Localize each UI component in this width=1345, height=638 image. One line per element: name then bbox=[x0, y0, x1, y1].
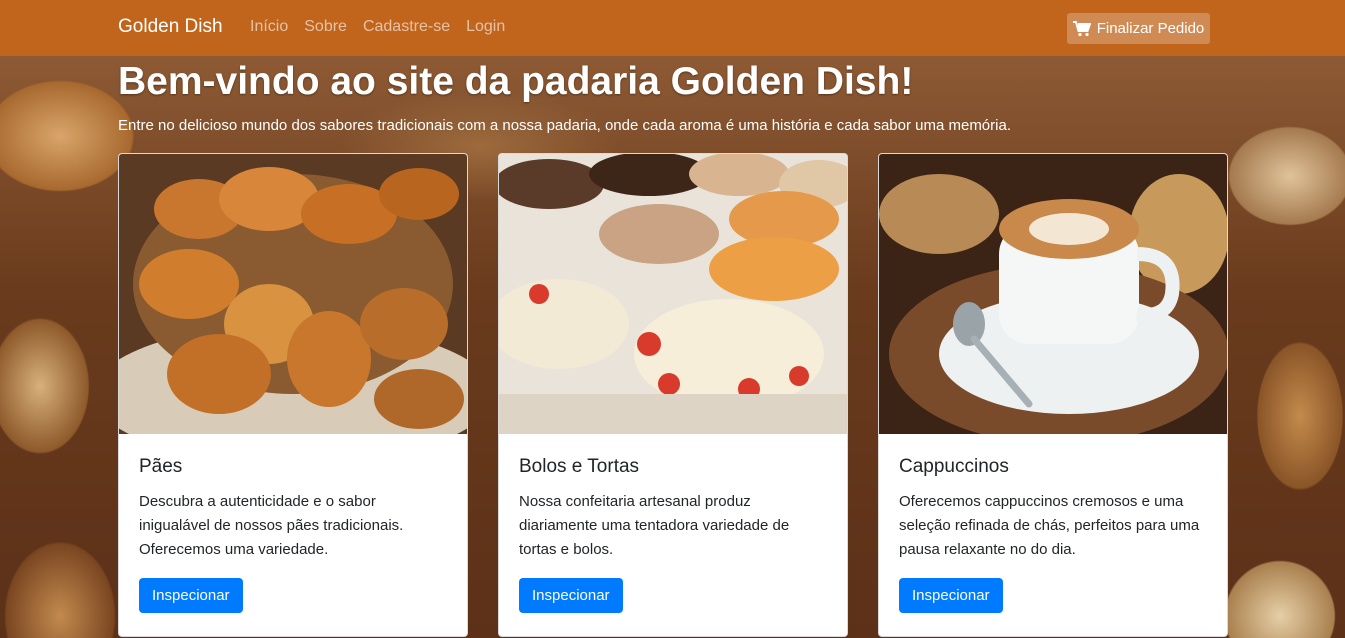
finalizar-pedido-label: Finalizar Pedido bbox=[1096, 20, 1205, 37]
card-title: Bolos e Tortas bbox=[519, 456, 640, 477]
bread-basket-image bbox=[119, 154, 467, 434]
inspecionar-button[interactable]: Inspecionar bbox=[139, 578, 243, 613]
nav-link-cadastre-se[interactable]: Cadastre-se bbox=[363, 18, 450, 36]
card-title: Pães bbox=[139, 456, 183, 477]
card-bolos-e-tortas: Bolos e Tortas Nossa confeitaria artesan… bbox=[498, 153, 848, 637]
page-title: Bem-vindo ao site da padaria Golden Dish… bbox=[118, 60, 914, 103]
card-paes: Pães Descubra a autenticidade e o sabor … bbox=[118, 153, 468, 637]
nav-link-sobre[interactable]: Sobre bbox=[304, 18, 347, 36]
page-subtitle: Entre no delicioso mundo dos sabores tra… bbox=[118, 117, 1011, 134]
nav-link-login[interactable]: Login bbox=[466, 18, 505, 36]
inspecionar-button[interactable]: Inspecionar bbox=[899, 578, 1003, 613]
card-text: Nossa confeitaria artesanal produz diari… bbox=[519, 493, 790, 558]
shopping-cart-icon bbox=[1072, 20, 1091, 36]
card-cappuccinos: Cappuccinos Oferecemos cappuccinos cremo… bbox=[878, 153, 1228, 637]
cakes-and-tarts-image bbox=[499, 154, 847, 434]
finalizar-pedido-button[interactable]: Finalizar Pedido bbox=[1067, 13, 1210, 44]
nav-link-inicio[interactable]: Início bbox=[250, 18, 288, 36]
cappuccino-cup-image bbox=[879, 154, 1227, 434]
brand-logo[interactable]: Golden Dish bbox=[118, 16, 223, 38]
card-title: Cappuccinos bbox=[899, 456, 1009, 477]
card-text: Oferecemos cappuccinos cremosos e uma se… bbox=[899, 493, 1200, 558]
nav-links: Início Sobre Cadastre-se Login bbox=[250, 18, 505, 36]
navbar: Golden Dish Início Sobre Cadastre-se Log… bbox=[0, 0, 1345, 56]
inspecionar-button[interactable]: Inspecionar bbox=[519, 578, 623, 613]
card-text: Descubra a autenticidade e o sabor inigu… bbox=[139, 493, 404, 558]
